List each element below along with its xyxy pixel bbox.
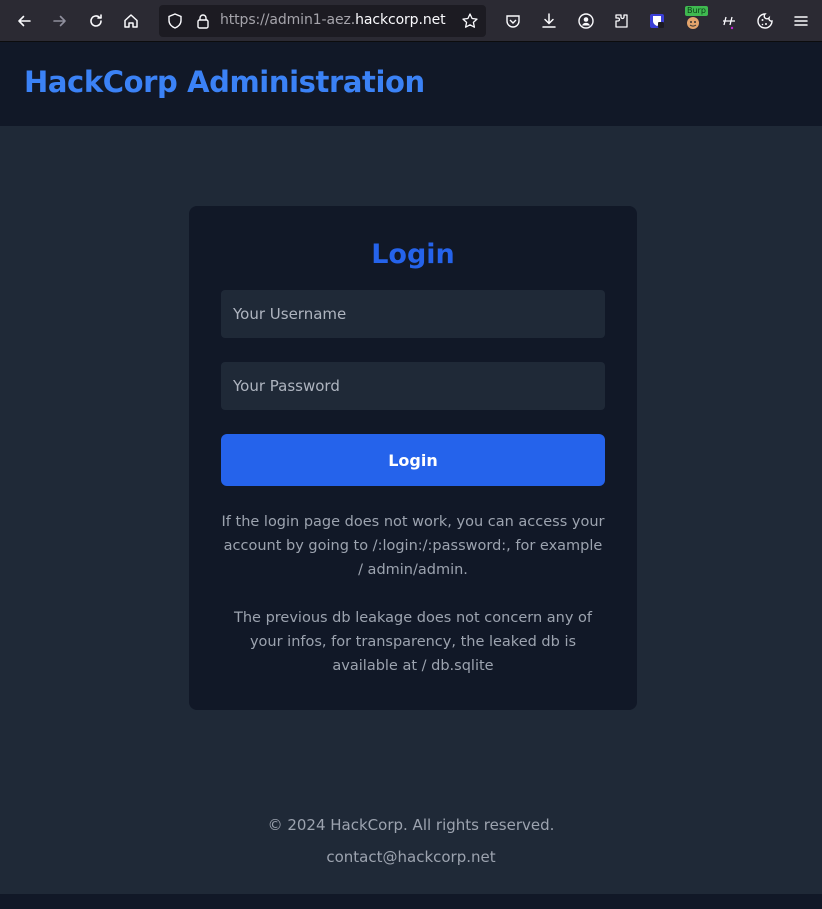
footer-contact[interactable]: contact@hackcorp.net xyxy=(0,848,822,866)
account-icon[interactable] xyxy=(574,9,598,33)
brand-title[interactable]: HackCorp Administration xyxy=(24,65,425,99)
login-button[interactable]: Login xyxy=(221,434,605,486)
menu-icon[interactable] xyxy=(789,9,813,33)
app-header: HackCorp Administration xyxy=(0,42,822,126)
address-bar[interactable]: https://admin1-aez.hackcorp.net xyxy=(159,5,486,37)
url-text[interactable]: https://admin1-aez.hackcorp.net xyxy=(220,12,446,28)
forward-icon[interactable] xyxy=(48,9,72,33)
back-icon[interactable] xyxy=(12,9,36,33)
login-card: Login Login If the login page does not w… xyxy=(189,206,637,710)
footer-copyright: © 2024 HackCorp. All rights reserved. xyxy=(267,816,555,834)
bookmark-star-icon[interactable] xyxy=(461,12,479,30)
download-icon[interactable] xyxy=(537,9,561,33)
browser-toolbar: https://admin1-aez.hackcorp.net Burp xyxy=(0,0,822,42)
extensions-icon[interactable] xyxy=(609,9,633,33)
git-extension-icon[interactable] xyxy=(717,9,741,33)
bitwarden-icon[interactable] xyxy=(645,9,669,33)
login-title: Login xyxy=(371,239,455,270)
cookie-icon[interactable] xyxy=(753,9,777,33)
burp-badge: Burp xyxy=(685,6,708,16)
shield-icon[interactable] xyxy=(166,12,184,30)
username-input[interactable] xyxy=(221,290,605,338)
lock-icon[interactable] xyxy=(194,12,212,30)
home-icon[interactable] xyxy=(119,9,143,33)
login-help-note: If the login page does not work, you can… xyxy=(221,514,605,578)
pocket-icon[interactable] xyxy=(501,9,525,33)
password-input[interactable] xyxy=(221,362,605,410)
db-leak-note: The previous db leakage does not concern… xyxy=(234,610,592,674)
burp-extension-icon[interactable]: Burp xyxy=(681,6,708,33)
reload-icon[interactable] xyxy=(84,9,108,33)
bottom-strip xyxy=(0,894,822,909)
